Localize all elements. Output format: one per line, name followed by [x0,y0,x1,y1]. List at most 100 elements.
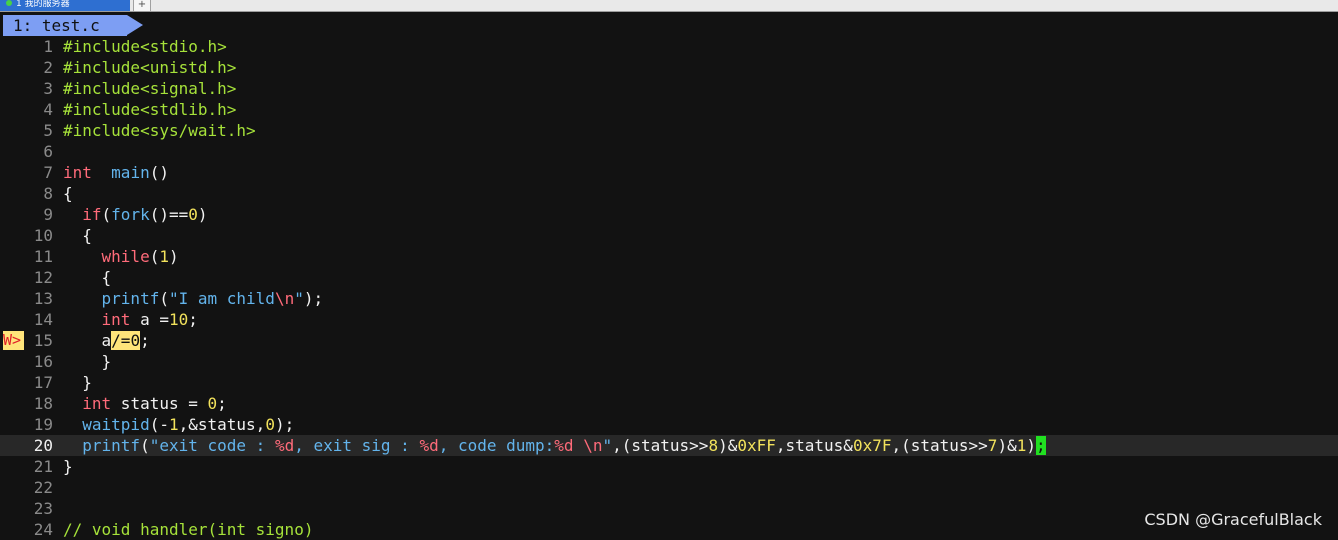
code-token: int [101,310,131,329]
line-number: 6 [43,142,53,161]
code-text: int main() [63,162,169,183]
code-line[interactable]: 13 printf("I am child\n"); [0,288,1338,309]
code-token: { [63,268,112,287]
code-token: 0 [207,394,218,413]
code-line[interactable]: 6 [0,141,1338,162]
code-token: " [294,289,304,308]
line-number: 12 [33,268,53,287]
code-token: if [82,205,102,224]
code-line[interactable]: 11 while(1) [0,246,1338,267]
code-token: %d [274,436,295,455]
code-token: } [63,373,92,392]
code-editor[interactable]: 1 #include<stdio.h> 2 #include<unistd.h> 3 #i… [0,36,1338,540]
code-line[interactable]: 23 [0,498,1338,519]
code-token: // void handler(int signo) [63,520,314,539]
line-number: 4 [43,100,53,119]
code-token: 1 [168,415,179,434]
session-tab-label: 1 我的服务器 [16,0,70,9]
code-token: \n [583,436,603,455]
line-number: 8 [43,184,53,203]
code-token: #include<stdlib.h> [63,100,237,119]
line-number: 22 [33,478,53,497]
code-text: int status = 0; [63,393,227,414]
line-number: 13 [33,289,53,308]
code-line[interactable]: 2 #include<unistd.h> [0,57,1338,78]
code-line[interactable]: 17 } [0,372,1338,393]
code-token: ; [188,310,198,329]
code-token: ( [140,436,150,455]
code-token: ,(status>> [612,436,709,455]
code-token: 7 [987,436,998,455]
code-token: 1 [159,247,169,266]
code-token: "exit code : [149,436,275,455]
line-number: 14 [33,310,53,329]
text-cursor: ; [1035,436,1046,455]
code-token: #include<sys/wait.h> [63,121,256,140]
code-text: if(fork()==0) [63,204,207,225]
code-token: { [63,226,92,245]
code-token: ); [274,415,295,434]
code-token: main [111,163,150,182]
line-number: 9 [43,205,53,224]
code-line[interactable]: 10 { [0,225,1338,246]
code-token: ( [159,289,169,308]
new-tab-button[interactable]: + [133,0,151,11]
code-text: { [63,225,92,246]
line-number: 18 [33,394,53,413]
code-line[interactable]: 5 #include<sys/wait.h> [0,120,1338,141]
code-text: { [63,267,112,288]
line-number: 3 [43,79,53,98]
code-token: )& [997,436,1017,455]
line-number: 2 [43,58,53,77]
code-line[interactable]: 22 [0,477,1338,498]
code-line[interactable]: 18 int status = 0; [0,393,1338,414]
code-token: %d [554,436,574,455]
code-line[interactable]: 1 #include<stdio.h> [0,36,1338,57]
code-line[interactable]: 7 int main() [0,162,1338,183]
code-line[interactable]: 16 } [0,351,1338,372]
buffer-tab-test-c[interactable]: 1: test.c [3,15,127,36]
code-line[interactable]: W> 15 a/=0; [0,330,1338,351]
code-line[interactable]: 19 waitpid(-1,&status,0); [0,414,1338,435]
code-text: printf("exit code : %d, exit sig : %d, c… [63,435,1046,456]
line-number: 11 [33,247,53,266]
line-number: 19 [33,415,53,434]
code-line[interactable]: 21} [0,456,1338,477]
code-token: )& [718,436,738,455]
line-number: 21 [33,457,53,476]
session-tab[interactable]: 1 我的服务器 [0,0,130,11]
code-line[interactable]: 4 #include<stdlib.h> [0,99,1338,120]
code-token: \n [274,289,295,308]
code-token: int [63,163,92,182]
code-line[interactable]: 12 { [0,267,1338,288]
code-token: ( [101,205,112,224]
line-number: 20 [33,436,53,455]
code-line[interactable]: 14 int a =10; [0,309,1338,330]
line-number: 1 [43,37,53,56]
warning-sign-icon: W> [3,331,24,350]
line-number: 10 [33,226,53,245]
code-line[interactable]: 3 #include<signal.h> [0,78,1338,99]
code-token: 0xFF [737,436,776,455]
code-text: } [63,372,92,393]
code-line[interactable]: 8{ [0,183,1338,204]
status-dot-icon [6,0,12,6]
code-token: status = [111,394,208,413]
warning-highlight: 0 [130,331,141,350]
code-text: } [63,456,73,477]
code-text: #include<sys/wait.h> [63,120,256,141]
code-line[interactable]: 20 printf("exit code : %d, exit sig : %d… [0,435,1338,456]
code-token: () [149,163,169,182]
line-number: 7 [43,163,53,182]
code-text: #include<unistd.h> [63,57,236,78]
code-token: ) [168,247,179,266]
code-text: { [63,183,73,204]
code-token: 1 [1016,436,1027,455]
code-token: ; [217,394,227,413]
code-text: int a =10; [63,309,198,330]
code-line[interactable]: 9 if(fork()==0) [0,204,1338,225]
warning-highlight: /= [111,331,131,350]
